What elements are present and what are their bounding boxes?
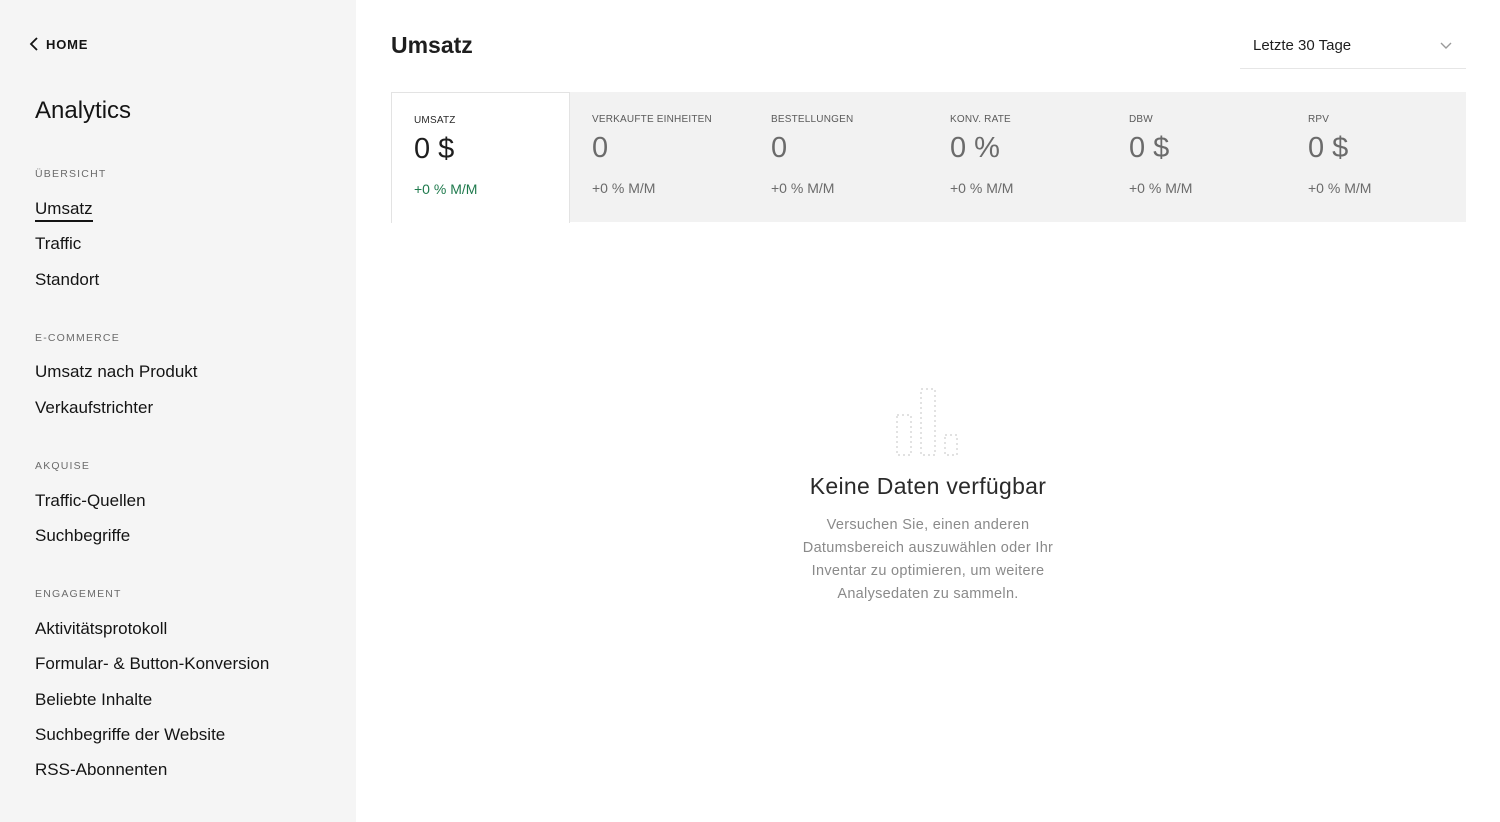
sidebar-item-suchbegriffe[interactable]: Suchbegriffe [35,526,130,546]
empty-state: Keine Daten verfügbar Versuchen Sie, ein… [728,385,1128,606]
sidebar-item-rss-abonnenten[interactable]: RSS-Abonnenten [35,760,167,780]
metric-label: BESTELLUNGEN [771,114,854,125]
metric-card-umsatz[interactable]: UMSATZ 0 $ +0 % M/M [391,92,570,223]
sidebar-item-traffic[interactable]: Traffic [35,234,81,254]
metric-card-rpv[interactable]: RPV 0 $ +0 % M/M [1286,92,1466,222]
metric-card-verkaufte-einheiten[interactable]: VERKAUFTE EINHEITEN 0 +0 % M/M [570,92,749,222]
metric-value: 0 % [950,132,1000,164]
metric-value: 0 [592,132,609,164]
metric-change: +0 % M/M [771,180,835,196]
section-label-engagement: ENGAGEMENT [35,588,122,600]
metric-label: VERKAUFTE EINHEITEN [592,114,712,125]
bar-chart-placeholder-icon [896,388,958,456]
home-label: HOME [46,36,89,52]
metric-label: RPV [1308,114,1330,125]
section-label-ecommerce: E-COMMERCE [35,332,120,344]
metric-label: DBW [1129,114,1153,125]
sidebar-item-standort[interactable]: Standort [35,270,99,290]
metrics-cards: UMSATZ 0 $ +0 % M/M VERKAUFTE EINHEITEN … [391,92,1466,223]
metric-value: 0 $ [1129,132,1170,164]
empty-state-message: Versuchen Sie, einen anderen Datumsberei… [802,517,1054,602]
sidebar-item-traffic-quellen[interactable]: Traffic-Quellen [35,491,146,511]
sidebar-title: Analytics [35,97,132,124]
metric-label: KONV. RATE [950,114,1011,125]
sidebar-item-suchbegriffe-website[interactable]: Suchbegriffe der Website [35,725,225,745]
page-title: Umsatz [391,32,473,58]
sidebar: HOME Analytics ÜBERSICHT Umsatz Traffic … [0,0,356,822]
metric-change: +0 % M/M [414,181,478,197]
metric-card-konv-rate[interactable]: KONV. RATE 0 % +0 % M/M [928,92,1107,222]
metric-value: 0 $ [414,133,455,165]
sidebar-item-beliebte-inhalte[interactable]: Beliebte Inhalte [35,690,152,710]
sidebar-item-formular-button-konversion[interactable]: Formular- & Button-Konversion [35,654,269,674]
date-range-value: Letzte 30 Tage [1253,37,1352,54]
metric-change: +0 % M/M [1308,180,1372,196]
sidebar-item-aktivitaetsprotokoll[interactable]: Aktivitätsprotokoll [35,619,167,639]
date-range-select[interactable]: Letzte 30 Tage [1240,28,1466,69]
chevron-down-icon [1440,42,1452,49]
metric-value: 0 $ [1308,132,1349,164]
chevron-left-icon [29,37,38,51]
metric-label: UMSATZ [414,115,456,126]
empty-state-title: Keine Daten verfügbar [809,473,1047,499]
sidebar-item-umsatz[interactable]: Umsatz [35,199,93,222]
home-back-link[interactable]: HOME [28,36,88,52]
metric-change: +0 % M/M [950,180,1014,196]
metric-value: 0 [771,132,788,164]
metric-change: +0 % M/M [1129,180,1193,196]
sidebar-item-verkaufstrichter[interactable]: Verkaufstrichter [35,398,153,418]
section-label-akquise: AKQUISE [35,460,91,472]
metric-card-dbw[interactable]: DBW 0 $ +0 % M/M [1107,92,1286,222]
sidebar-item-umsatz-nach-produkt[interactable]: Umsatz nach Produkt [35,362,198,382]
metric-change: +0 % M/M [592,180,656,196]
metric-card-bestellungen[interactable]: BESTELLUNGEN 0 +0 % M/M [749,92,928,222]
section-label-uebersicht: ÜBERSICHT [35,168,107,180]
